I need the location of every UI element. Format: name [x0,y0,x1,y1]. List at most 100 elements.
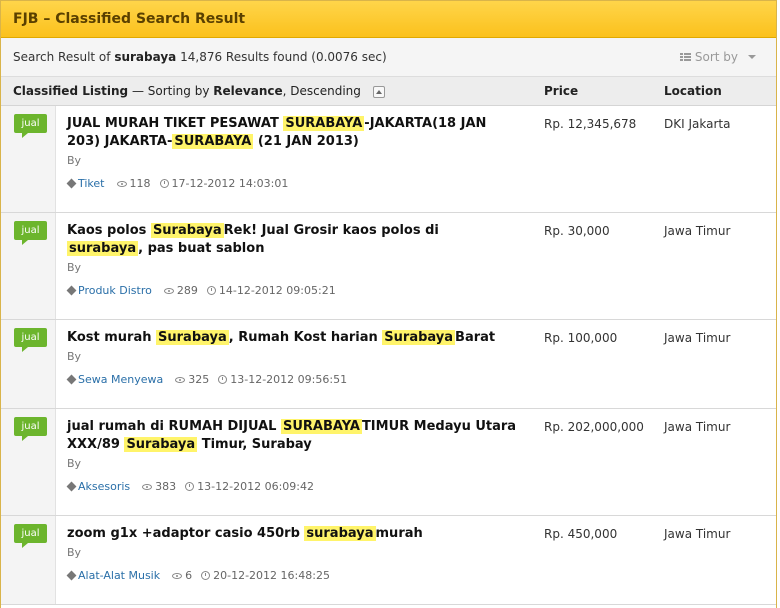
listing-author: By [67,154,82,167]
list-icon [679,53,691,61]
category-tag-link[interactable]: Aksesoris [78,480,130,493]
fjb-panel: FJB – Classified Search Result Search Re… [0,0,777,608]
title-text: , Rumah Kost harian [228,330,383,345]
post-date: 20-12-2012 16:48:25 [213,569,330,582]
page-title: FJB – Classified Search Result [13,11,246,27]
title-text: murah [375,526,423,541]
summary-prefix: Search Result of [13,50,111,64]
category-tag-link[interactable]: Tiket [78,177,105,190]
title-text: zoom g1x +adaptor casio 450rb [67,526,305,541]
clock-icon [185,482,195,491]
listing-price: Rp. 12,345,678 [544,117,637,131]
jual-badge: jual [14,328,47,352]
highlighted-keyword: surabaya [67,241,139,256]
post-date: 13-12-2012 09:56:51 [230,373,348,386]
price-column-header[interactable]: Price [544,84,578,98]
view-count: 383 [155,480,177,493]
listing-content: JUAL MURAH TIKET PESAWAT SURABAYA -JAKART… [66,115,517,190]
title-text: Kost murah [67,330,157,345]
view-count: 289 [176,284,198,297]
listing-price: Rp. 100,000 [544,331,618,345]
jual-badge: jual [14,114,47,138]
listing-row[interactable]: jual jual rumah di RUMAH DIJUAL SURABAYA T… [1,409,776,516]
listing-location: Jawa Timur [664,331,731,345]
title-text: (21 JAN 2013) [253,134,359,149]
listing-author: By [67,457,82,470]
listing-header: Classified Listing — Sorting by Relevanc… [1,77,776,106]
listing-header-label: Classified Listing [13,84,129,98]
listing-row[interactable]: jual zoom g1x +adaptor casio 450rb suraba… [1,516,776,605]
listing-column-header: Classified Listing — Sorting by Relevanc… [13,84,385,98]
category-tag-link[interactable]: Sewa Menyewa [78,373,163,386]
listing-title-link[interactable]: zoom g1x +adaptor casio 450rb surabaya mu… [67,525,517,543]
highlighted-keyword: Surabaya [124,437,198,452]
jual-badge: jual [14,524,47,548]
listing-location: Jawa Timur [664,527,731,541]
category-tag-link[interactable]: Produk Distro [78,284,152,297]
post-date: 13-12-2012 06:09:42 [197,480,314,493]
listing-meta: Aksesoris 383 13-12-2012 06:09:42 [66,480,517,493]
post-date: 17-12-2012 14:03:01 [171,177,289,190]
listing-side-panel: jual [1,409,56,515]
listing-author: By [67,261,82,274]
category-tag-link[interactable]: Alat-Alat Musik [78,569,160,582]
listing-title-link[interactable]: Kaos polos Surabaya Rek! Jual Grosir kaos… [67,222,517,258]
listing-author: By [67,350,82,363]
highlighted-keyword: surabaya [304,526,376,541]
tag-icon [66,374,77,385]
listing-content: jual rumah di RUMAH DIJUAL SURABAYA TIMUR… [66,418,517,493]
listing-price: Rp. 30,000 [544,224,610,238]
title-text: Rek! Jual Grosir kaos polos di [223,223,439,238]
eye-icon [116,180,127,187]
jual-badge: jual [14,221,47,245]
listing-meta: Sewa Menyewa 325 13-12-2012 09:56:51 [66,373,517,386]
sorting-text: — Sorting by [131,84,210,98]
location-column-header[interactable]: Location [664,84,722,98]
listing-price: Rp. 202,000,000 [544,420,644,434]
results-count: 14,876 Results found (0.0076 sec) [180,50,387,64]
sort-by-dropdown[interactable]: Sort by [679,50,756,64]
highlighted-keyword: SURABAYA [283,116,365,131]
tag-icon [66,570,77,581]
clock-icon [159,179,169,188]
listing-title-link[interactable]: Kost murah Surabaya, Rumah Kost harian S… [67,329,517,347]
highlighted-keyword: SURABAYA [280,419,362,434]
sort-toggle-icon[interactable] [372,85,385,98]
listing-author: By [67,546,82,559]
sorting-order: , Descending [282,84,361,98]
listing-meta: Produk Distro 289 14-12-2012 09:05:21 [66,284,517,297]
highlighted-keyword: Surabaya [156,330,229,345]
listing-location: Jawa Timur [664,420,731,434]
listing-side-panel: jual [1,106,56,212]
clock-icon [218,375,228,384]
jual-badge: jual [14,417,47,441]
title-text: JUAL MURAH TIKET PESAWAT [67,116,284,131]
view-count: 118 [129,177,151,190]
listing-row[interactable]: jual Kaos polos Surabaya Rek! Jual Grosir … [1,213,776,320]
eye-icon [172,572,183,579]
eye-icon [175,376,186,383]
listing-location: DKI Jakarta [664,117,731,131]
sorting-field: Relevance [213,84,283,98]
listing-title-link[interactable]: JUAL MURAH TIKET PESAWAT SURABAYA -JAKART… [67,115,517,151]
view-count: 6 [185,569,193,582]
listing-title-link[interactable]: jual rumah di RUMAH DIJUAL SURABAYA TIMUR… [67,418,517,454]
title-text: Kaos polos [67,223,151,238]
listing-content: zoom g1x +adaptor casio 450rb surabaya mu… [66,525,517,582]
tag-icon [66,178,77,189]
eye-icon [142,483,153,490]
tag-icon [66,285,77,296]
listing-content: Kost murah Surabaya, Rumah Kost harian S… [66,329,517,386]
eye-icon [163,287,174,294]
title-text: jual rumah di RUMAH DIJUAL [67,419,281,434]
highlighted-keyword: Surabaya [150,223,224,238]
listing-row[interactable]: jual Kost murah Surabaya, Rumah Kost hari… [1,320,776,409]
caret-down-icon [748,55,756,59]
title-text: Barat [455,330,496,345]
results-summary: Search Result of surabaya 14,876 Results… [1,38,776,77]
results-summary-text: Search Result of surabaya 14,876 Results… [13,50,387,64]
listing-location: Jawa Timur [664,224,731,238]
search-query: surabaya [114,50,177,64]
listing-row[interactable]: jual JUAL MURAH TIKET PESAWAT SURABAYA -JA… [1,106,776,213]
listing-content: Kaos polos Surabaya Rek! Jual Grosir kaos… [66,222,517,297]
